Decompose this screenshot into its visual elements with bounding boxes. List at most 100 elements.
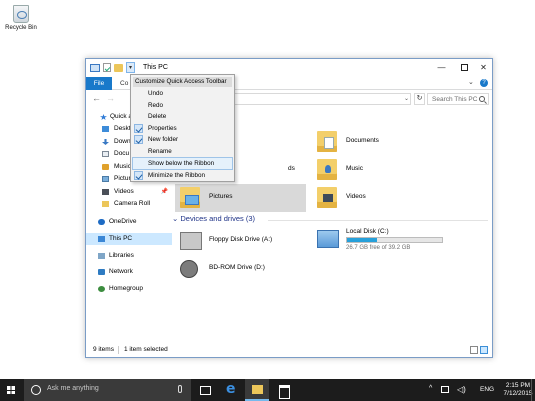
recycle-bin-icon [13, 5, 29, 23]
menu-item-rename[interactable]: Rename [133, 146, 232, 157]
volume-icon[interactable]: ◁) [457, 385, 466, 401]
menu-label: Redo [148, 101, 164, 109]
folder-documents[interactable]: Documents [312, 128, 442, 156]
menu-item-new-folder[interactable]: New folder [133, 134, 232, 145]
nav-label: Libraries [109, 252, 134, 259]
show-desktop-button[interactable] [531, 379, 535, 401]
checkbox [134, 89, 143, 98]
folder-videos[interactable]: Videos [312, 184, 442, 212]
expand-ribbon-icon[interactable]: ⌄ [468, 79, 476, 87]
new-folder-icon[interactable] [114, 63, 123, 72]
edge-browser-icon[interactable] [219, 379, 243, 401]
menu-item-minimize-ribbon[interactable]: Minimize the Ribbon [133, 170, 232, 181]
documents-folder-icon [317, 131, 337, 152]
drive-local-disk-c[interactable]: Local Disk (C:) 26.7 GB free of 39.2 GB [312, 226, 482, 252]
address-history-chevron-icon[interactable]: ⌄ [402, 93, 411, 105]
menu-label: Delete [148, 113, 167, 120]
microphone-icon[interactable] [178, 385, 182, 393]
details-view-icon[interactable] [470, 346, 478, 354]
videos-folder-icon [317, 187, 337, 208]
minimize-button[interactable]: — [429, 61, 454, 75]
menu-item-properties[interactable]: Properties [133, 123, 232, 134]
nav-libraries[interactable]: Libraries [86, 250, 172, 262]
cortana-search-box[interactable]: Ask me anything [24, 379, 191, 401]
music-icon [102, 164, 109, 170]
task-view-button[interactable] [193, 379, 217, 401]
store-icon[interactable] [271, 379, 295, 401]
start-button[interactable] [0, 379, 22, 401]
group-divider [268, 220, 488, 221]
nav-label: Network [109, 268, 133, 275]
libraries-icon [98, 253, 105, 259]
nav-label: This PC [109, 235, 133, 242]
folder-music[interactable]: Music [312, 156, 442, 184]
maximize-button[interactable] [452, 61, 477, 75]
recycle-bin-desktop-icon[interactable]: Recycle Bin [2, 5, 40, 31]
document-icon [102, 151, 109, 157]
status-selected: 1 item selected [124, 346, 168, 353]
menu-item-delete[interactable]: Delete [133, 111, 232, 122]
ribbon-controls: ⌄ ? [468, 79, 488, 87]
properties-icon[interactable] [103, 63, 111, 72]
nav-homegroup[interactable]: Homegroup [86, 283, 172, 295]
back-arrow-icon[interactable]: ← [92, 94, 101, 103]
status-separator [118, 346, 119, 354]
search-icon [479, 96, 485, 102]
refresh-icon[interactable]: ↻ [414, 93, 425, 105]
nav-label: Homegroup [109, 285, 143, 292]
download-icon [102, 139, 109, 145]
search-input[interactable]: Search This PC [427, 93, 489, 105]
forward-arrow-icon[interactable]: → [106, 94, 115, 103]
window-title: This PC [143, 64, 168, 71]
menu-item-show-below-ribbon[interactable]: Show below the Ribbon [132, 157, 233, 170]
search-box-text: Ask me anything [47, 385, 99, 392]
music-folder-icon [317, 159, 337, 180]
nav-label: Videos [114, 188, 134, 195]
devices-header-label: Devices and drives (3) [180, 214, 255, 223]
clock-time: 2:15 PM [505, 382, 531, 389]
menu-title: Customize Quick Access Toolbar [133, 77, 232, 87]
show-hidden-icons-chevron-icon[interactable]: ^ [429, 385, 432, 401]
checkbox [134, 101, 143, 110]
cortana-icon [31, 385, 41, 395]
close-button[interactable]: ✕ [475, 61, 492, 75]
drive-label: Local Disk (C:) [346, 228, 389, 235]
drive-bd-rom[interactable]: BD-ROM Drive (D:) [175, 256, 305, 282]
help-icon[interactable]: ? [480, 79, 488, 87]
floppy-drive-icon [180, 232, 202, 250]
nav-camera-roll[interactable]: Camera Roll [86, 198, 172, 210]
nav-label: Deskt [114, 125, 131, 132]
customize-qat-dropdown-icon[interactable]: ▾ [126, 62, 135, 73]
onedrive-cloud-icon [98, 219, 105, 225]
tab-computer[interactable]: Co [120, 80, 128, 87]
folder-downloads[interactable]: ds [234, 156, 314, 184]
menu-item-undo[interactable]: Undo [133, 88, 232, 99]
desktop-icon [102, 126, 109, 132]
input-language[interactable]: ENG [480, 386, 494, 401]
large-icons-view-icon[interactable] [480, 346, 488, 354]
nav-videos[interactable]: Videos 📌 [86, 186, 172, 198]
file-explorer-taskbar-icon[interactable] [245, 379, 269, 401]
devices-group-header[interactable]: ⌄ Devices and drives (3) [172, 214, 255, 226]
nav-label: Music [114, 163, 131, 170]
pin-icon[interactable]: 📌 [161, 186, 168, 198]
menu-label: New folder [148, 136, 179, 143]
clock[interactable]: 2:15 PM 7/12/2015 [503, 382, 533, 401]
drive-usage-bar [346, 237, 443, 243]
tab-file[interactable]: File [86, 77, 112, 90]
star-icon [100, 114, 107, 120]
address-field[interactable] [234, 93, 411, 105]
menu-item-redo[interactable]: Redo [133, 100, 232, 111]
videos-icon [102, 189, 109, 195]
pictures-icon [102, 176, 109, 182]
drive-label: BD-ROM Drive (D:) [209, 264, 265, 271]
maximize-icon [461, 64, 468, 72]
recycle-bin-label: Recycle Bin [5, 25, 37, 31]
nav-onedrive[interactable]: OneDrive [86, 216, 172, 228]
nav-this-pc[interactable]: This PC [86, 233, 172, 245]
nav-network[interactable]: Network [86, 266, 172, 278]
customize-qat-menu: Customize Quick Access Toolbar Undo Redo… [130, 74, 235, 182]
network-tray-icon[interactable] [441, 386, 449, 393]
folder-pictures[interactable]: Pictures [175, 184, 306, 212]
drive-floppy[interactable]: Floppy Disk Drive (A:) [175, 228, 305, 254]
